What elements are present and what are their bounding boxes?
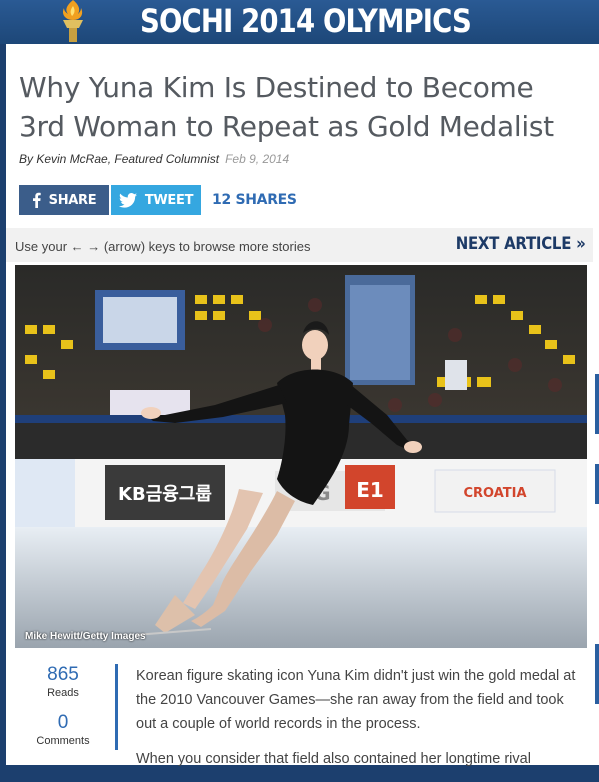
article-stats: 865 Reads 0 Comments: [18, 664, 108, 760]
reads-count: 865: [47, 664, 79, 685]
twitter-tweet-label: TWEET: [144, 192, 194, 208]
rink-board-e1: E1: [356, 478, 384, 502]
torch-icon: [63, 0, 83, 42]
article-body: Korean figure skating icon Yuna Kim didn…: [136, 664, 581, 782]
edge-block: [595, 644, 599, 704]
article-headline: Why Yuna Kim Is Destined to Become 3rd W…: [19, 71, 554, 143]
facebook-share-button[interactable]: SHARE: [19, 185, 109, 215]
facebook-share-label: SHARE: [48, 192, 97, 208]
reads-stat: 865 Reads: [18, 664, 108, 700]
edge-block: [595, 464, 599, 504]
comments-stat[interactable]: 0 Comments: [18, 712, 108, 748]
share-count: 12 SHARES: [212, 192, 297, 208]
author-link[interactable]: By Kevin McRae, Featured Columnist: [19, 152, 219, 166]
article-nav-strip: Use your ← → (arrow) keys to browse more…: [6, 228, 593, 262]
body-paragraph: When you consider that field also contai…: [136, 751, 531, 767]
facebook-icon: [32, 192, 41, 208]
twitter-tweet-button[interactable]: TWEET: [111, 185, 201, 215]
body-paragraph: Korean figure skating icon Yuna Kim didn…: [136, 668, 576, 732]
rink-board-kb: KB금융그룹: [118, 484, 212, 505]
article-photo: KB금융그룹E1CROATIAPG Mike Hewitt/Getty Imag…: [15, 265, 587, 648]
reads-label: Reads: [47, 687, 79, 699]
stats-divider: [115, 664, 118, 750]
comments-label[interactable]: Comments: [18, 734, 108, 748]
keyboard-nav-hint: Use your ← → (arrow) keys to browse more…: [15, 239, 311, 254]
photo-credit: Mike Hewitt/Getty Images: [25, 631, 146, 642]
article-panel: Why Yuna Kim Is Destined to Become 3rd W…: [6, 44, 593, 767]
figure-skater-illustration: KB금융그룹E1CROATIAPG: [15, 265, 587, 648]
site-banner: SOCHI 2014 OLYMPICS: [0, 0, 599, 44]
edge-block: [595, 374, 599, 434]
byline: By Kevin McRae, Featured Columnist Feb 9,…: [19, 152, 289, 166]
publish-date: Feb 9, 2014: [225, 152, 290, 166]
banner-title[interactable]: SOCHI 2014 OLYMPICS: [140, 2, 472, 40]
comments-count[interactable]: 0: [18, 712, 108, 734]
rink-board-croatia: CROATIA: [463, 486, 526, 501]
next-article-link[interactable]: NEXT ARTICLE »: [455, 234, 585, 254]
right-edge-strip: [593, 44, 599, 765]
twitter-bird-icon: [118, 192, 137, 208]
